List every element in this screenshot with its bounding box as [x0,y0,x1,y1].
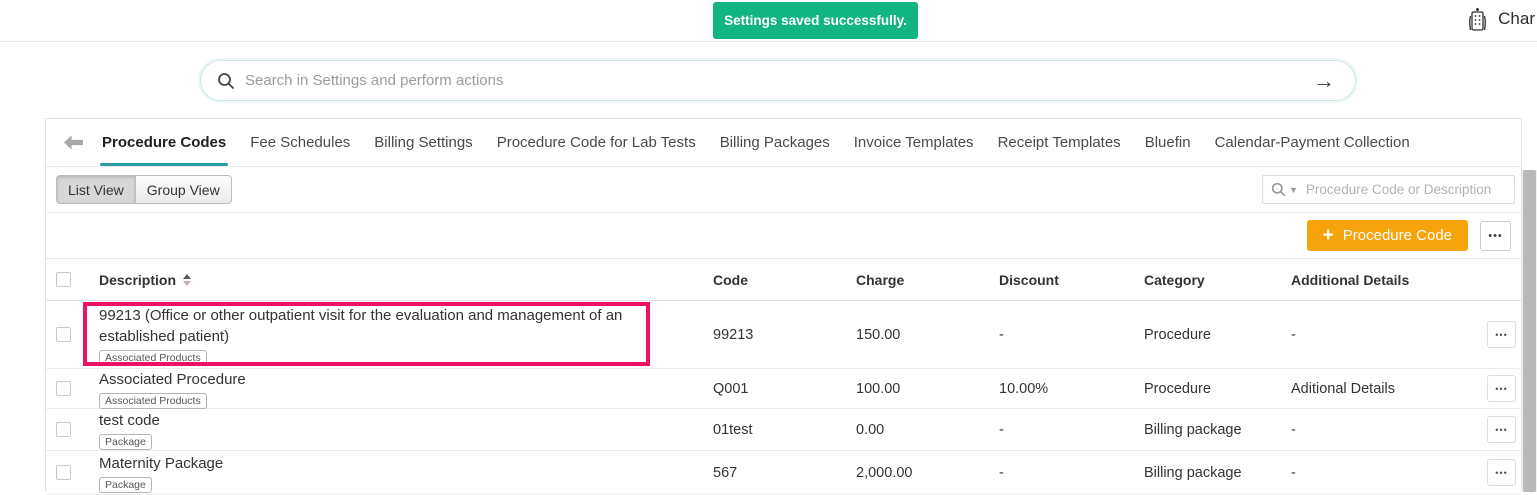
column-header-discount: Discount [999,271,1059,288]
procedure-filter-search: ▼ [1262,175,1515,204]
table-row: 99213 (Office or other outpatient visit … [46,301,1521,369]
tab-calendar-payment-collection[interactable]: Calendar-Payment Collection [1203,119,1422,166]
search-scope-caret-icon[interactable]: ▼ [1289,185,1298,195]
tab-procedure-code-for-lab-tests[interactable]: Procedure Code for Lab Tests [485,119,708,166]
column-header-category: Category [1144,271,1205,288]
table-row: test code Package 01test 0.00 - Billing … [46,409,1521,451]
procedure-category: Billing package [1144,464,1242,481]
tab-bluefin[interactable]: Bluefin [1133,119,1203,166]
search-icon[interactable] [1271,182,1286,197]
column-header-description[interactable]: Description [99,272,192,288]
search-icon [217,72,235,90]
procedure-code: 01test [713,421,753,438]
row-more-options-button[interactable]: ••• [1487,459,1516,486]
procedure-code: Q001 [713,380,749,397]
procedure-additional-details: - [1291,326,1296,343]
procedure-discount: - [999,464,1004,481]
sort-icon [183,273,192,286]
procedure-filter-input[interactable] [1305,182,1506,197]
column-header-additional-details: Additional Details [1291,271,1410,288]
procedure-charge: 0.00 [856,421,885,438]
procedure-discount: 10.00% [999,380,1049,397]
procedure-category: Billing package [1144,421,1242,438]
procedure-code: 567 [713,464,738,481]
procedure-description: test code [99,412,160,429]
list-toolbar: List View Group View ▼ [46,167,1521,213]
column-header-charge: Charge [856,271,905,288]
hospital-building-icon [1465,7,1490,31]
tab-billing-packages[interactable]: Billing Packages [708,119,842,166]
procedure-additional-details: - [1291,421,1296,438]
back-button[interactable] [56,119,90,166]
procedure-additional-details: Aditional Details [1291,380,1395,397]
group-view-button[interactable]: Group View [134,175,232,204]
procedure-description: 99213 (Office or other outpatient visit … [99,306,623,345]
procedure-charge: 150.00 [856,326,901,343]
brand-logo[interactable]: Char [1465,7,1537,31]
package-badge: Package [99,434,152,450]
tab-invoice-templates[interactable]: Invoice Templates [842,119,986,166]
procedure-additional-details: - [1291,464,1296,481]
global-search-bar: → [200,60,1356,101]
list-view-button[interactable]: List View [56,175,136,204]
procedure-code: 99213 [713,326,754,343]
column-header-code: Code [713,271,748,288]
associated-products-badge: Associated Products [99,349,207,366]
procedure-charge: 100.00 [856,380,901,397]
procedure-charge: 2,000.00 [856,464,913,481]
brand-label: Char [1498,9,1535,28]
procedure-category: Procedure [1144,326,1211,343]
row-checkbox[interactable] [56,327,71,342]
more-options-button[interactable]: ••• [1480,220,1511,251]
select-all-checkbox[interactable] [56,272,71,287]
procedure-discount: - [999,421,1004,438]
row-checkbox[interactable] [56,381,71,396]
tab-procedure-codes[interactable]: Procedure Codes [90,119,238,166]
scrollbar-thumb[interactable] [1523,170,1536,492]
actions-row: + Procedure Code ••• [46,213,1521,259]
settings-content-card: Procedure Codes Fee Schedules Billing Se… [45,118,1522,495]
top-bar: Settings saved successfully. Char [0,0,1537,42]
row-more-options-button[interactable]: ••• [1487,375,1516,402]
tab-billing-settings[interactable]: Billing Settings [362,119,484,166]
vertical-scrollbar [1522,170,1537,492]
procedure-category: Procedure [1144,380,1211,397]
table-row: Maternity Package Package 567 2,000.00 -… [46,451,1521,495]
table-row: Associated Procedure Associated Products… [46,369,1521,409]
row-more-options-button[interactable]: ••• [1487,416,1516,443]
settings-tab-bar: Procedure Codes Fee Schedules Billing Se… [46,119,1521,167]
global-search-input[interactable] [245,72,1309,89]
toast-notification: Settings saved successfully. [713,2,918,39]
row-checkbox[interactable] [56,465,71,480]
table-header-row: Description Code Charge Discount Categor… [46,259,1521,301]
add-procedure-code-button[interactable]: + Procedure Code [1306,220,1468,251]
row-checkbox[interactable] [56,422,71,437]
toast-message: Settings saved successfully. [724,13,907,28]
package-badge: Package [99,477,152,493]
associated-products-badge: Associated Products [99,393,207,409]
procedure-description: Maternity Package [99,455,224,472]
search-submit-arrow-icon[interactable]: → [1309,69,1339,92]
tab-fee-schedules[interactable]: Fee Schedules [238,119,362,166]
plus-icon: + [1322,225,1334,246]
procedure-discount: - [999,326,1004,343]
tab-receipt-templates[interactable]: Receipt Templates [986,119,1133,166]
row-more-options-button[interactable]: ••• [1487,321,1516,348]
procedure-description: Associated Procedure [99,371,246,388]
